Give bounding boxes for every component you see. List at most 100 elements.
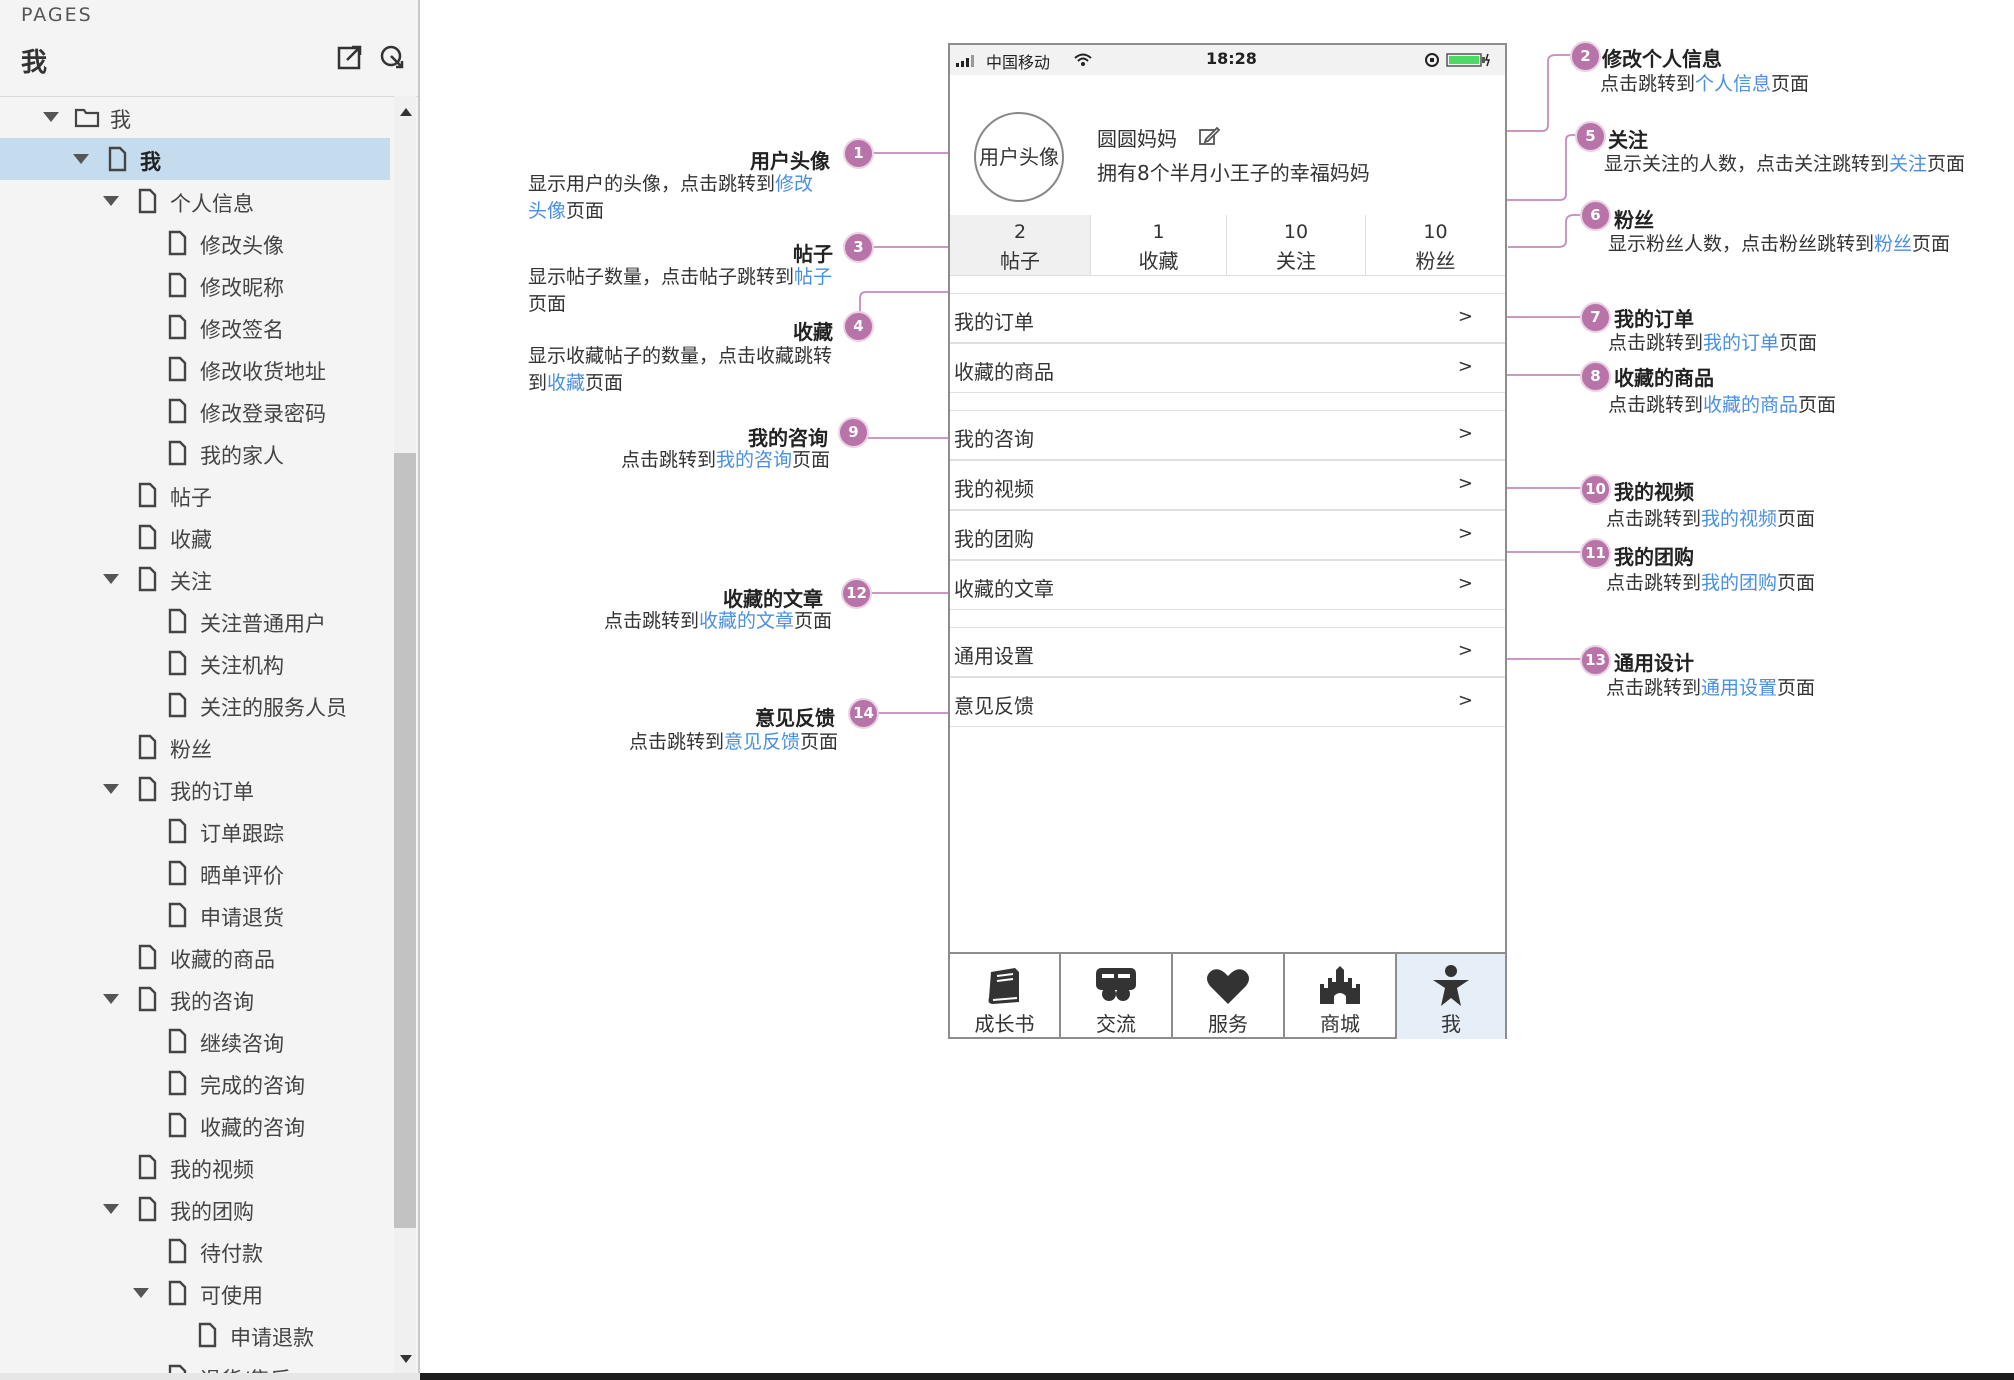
stats-bar: 2 帖子 1 收藏 10 关注 10 粉丝 bbox=[950, 215, 1505, 276]
annotation-link[interactable]: 我的咨询 bbox=[716, 449, 792, 471]
menu-my-videos[interactable]: 我的视频 > bbox=[950, 460, 1505, 510]
menu-my-group-buy[interactable]: 我的团购 > bbox=[950, 510, 1505, 560]
annotation-text: 页面 bbox=[585, 372, 624, 394]
annotation-4-badge: 4 bbox=[843, 311, 874, 342]
book-icon bbox=[988, 968, 1019, 1004]
annotation-text: 点击跳转到 bbox=[1606, 572, 1702, 594]
annotation-7-badge: 7 bbox=[1580, 302, 1611, 333]
heart-icon bbox=[1207, 969, 1249, 1004]
annotation-text: 页面 bbox=[1771, 73, 1810, 95]
menu-general-settings[interactable]: 通用设置 > bbox=[950, 627, 1505, 677]
annotation-14-desc: 点击跳转到意见反馈页面 bbox=[560, 729, 838, 756]
annotation-link[interactable]: 我的视频 bbox=[1701, 508, 1777, 530]
chevron-right-icon: > bbox=[1457, 356, 1473, 377]
annotation-text: 显示关注的人数，点击关注跳转到 bbox=[1604, 153, 1890, 175]
annotation-link[interactable]: 意见反馈 bbox=[724, 731, 800, 753]
annotation-13-desc: 点击跳转到通用设置页面 bbox=[1606, 675, 1815, 702]
user-avatar[interactable]: 用户头像 bbox=[974, 112, 1064, 202]
annotation-4-desc: 显示收藏帖子的数量，点击收藏跳转 到收藏页面 bbox=[528, 343, 832, 397]
stat-followers-label: 粉丝 bbox=[1415, 249, 1456, 273]
tab-services[interactable]: 服务 bbox=[1173, 954, 1285, 1039]
stat-followers[interactable]: 10 粉丝 bbox=[1366, 215, 1505, 275]
menu-my-orders[interactable]: 我的订单 > bbox=[950, 293, 1505, 343]
signature-label: 拥有8个半月小王子的幸福妈妈 bbox=[1097, 161, 1370, 185]
tab-label: 服务 bbox=[1208, 1012, 1248, 1036]
annotation-link[interactable]: 关注 bbox=[1889, 153, 1927, 175]
annotation-text: 页面 bbox=[1779, 332, 1818, 354]
annotation-link[interactable]: 修改 bbox=[775, 173, 813, 195]
annotation-14-badge: 14 bbox=[848, 698, 879, 729]
annotation-13-badge: 13 bbox=[1580, 645, 1611, 676]
status-bar: 中国移动 18:28 bbox=[950, 45, 1505, 75]
chevron-right-icon: > bbox=[1457, 640, 1473, 661]
menu-feedback[interactable]: 意见反馈 > bbox=[950, 677, 1505, 727]
stat-favorites[interactable]: 1 收藏 bbox=[1091, 215, 1226, 275]
annotation-6-title: 粉丝 bbox=[1614, 208, 1654, 232]
tab-mall[interactable]: 商城 bbox=[1285, 954, 1397, 1039]
tab-me[interactable]: 我 bbox=[1397, 954, 1505, 1039]
annotation-3-badge: 3 bbox=[843, 232, 874, 263]
edit-profile-icon[interactable] bbox=[1198, 125, 1220, 147]
menu-label: 意见反馈 bbox=[954, 694, 1034, 718]
annotation-text: 显示粉丝人数，点击粉丝跳转到 bbox=[1608, 233, 1875, 255]
annotation-link[interactable]: 头像 bbox=[528, 200, 566, 222]
annotation-1-desc: 显示用户的头像，点击跳转到修改 头像页面 bbox=[528, 171, 813, 225]
annotation-link[interactable]: 我的订单 bbox=[1703, 332, 1779, 354]
annotation-1-title: 用户头像 bbox=[750, 149, 830, 173]
annotation-link[interactable]: 收藏 bbox=[547, 372, 585, 394]
annotation-text: 显示帖子数量，点击帖子跳转到 bbox=[528, 266, 795, 288]
annotation-12-desc: 点击跳转到收藏的文章页面 bbox=[540, 608, 832, 635]
tab-growth-book[interactable]: 成长书 bbox=[950, 954, 1061, 1039]
stat-following[interactable]: 10 关注 bbox=[1227, 215, 1365, 275]
annotation-text: 页面 bbox=[1798, 394, 1837, 416]
annotation-8-desc: 点击跳转到收藏的商品页面 bbox=[1608, 392, 1836, 419]
annotation-3-title: 帖子 bbox=[793, 242, 833, 266]
menu-saved-articles[interactable]: 收藏的文章 > bbox=[950, 560, 1505, 610]
annotation-4-title: 收藏 bbox=[793, 320, 833, 344]
menu-label: 收藏的文章 bbox=[954, 577, 1054, 601]
status-strip bbox=[420, 1373, 2014, 1380]
menu-label: 我的咨询 bbox=[954, 427, 1034, 451]
annotation-link[interactable]: 我的团购 bbox=[1701, 572, 1777, 594]
battery-icon bbox=[1446, 53, 1490, 67]
annotation-9-badge: 9 bbox=[838, 417, 869, 448]
annotation-9-desc: 点击跳转到我的咨询页面 bbox=[598, 447, 830, 474]
annotation-link[interactable]: 通用设置 bbox=[1701, 677, 1777, 699]
annotation-link[interactable]: 个人信息 bbox=[1695, 73, 1771, 95]
annotation-7-title: 我的订单 bbox=[1614, 307, 1694, 331]
tab-label: 成长书 bbox=[974, 1012, 1035, 1036]
tab-label: 交流 bbox=[1096, 1012, 1136, 1036]
annotation-text: 页面 bbox=[1777, 677, 1816, 699]
tab-label: 商城 bbox=[1320, 1012, 1360, 1036]
annotation-5-desc: 显示关注的人数，点击关注跳转到关注页面 bbox=[1604, 151, 1965, 178]
stat-following-label: 关注 bbox=[1276, 249, 1316, 273]
stat-favorites-count: 1 bbox=[1152, 221, 1165, 243]
annotation-7-desc: 点击跳转到我的订单页面 bbox=[1608, 330, 1817, 357]
annotation-link[interactable]: 粉丝 bbox=[1874, 233, 1912, 255]
menu-my-consultations[interactable]: 我的咨询 > bbox=[950, 410, 1505, 460]
nickname-label: 圆圆妈妈 bbox=[1097, 127, 1177, 151]
annotation-5-title: 关注 bbox=[1608, 128, 1648, 152]
annotation-13-title: 通用设计 bbox=[1614, 651, 1694, 675]
annotation-text: 页面 bbox=[799, 731, 838, 753]
annotation-10-badge: 10 bbox=[1580, 474, 1611, 505]
menu-label: 我的视频 bbox=[954, 477, 1034, 501]
menu-saved-products[interactable]: 收藏的商品 > bbox=[950, 343, 1505, 393]
stat-posts[interactable]: 2 帖子 bbox=[950, 215, 1090, 275]
annotation-link[interactable]: 收藏的文章 bbox=[699, 610, 794, 632]
annotation-link[interactable]: 收藏的商品 bbox=[1703, 394, 1798, 416]
stat-posts-label: 帖子 bbox=[1000, 249, 1040, 273]
chat-icon bbox=[1096, 968, 1136, 1001]
annotation-text: 点击跳转到 bbox=[1608, 332, 1704, 354]
annotation-text: 显示收藏帖子的数量，点击收藏跳转 bbox=[528, 345, 833, 367]
annotation-6-badge: 6 bbox=[1580, 200, 1611, 231]
annotation-link[interactable]: 帖子 bbox=[794, 266, 832, 288]
person-icon bbox=[1433, 965, 1469, 1006]
annotation-text: 点击跳转到 bbox=[620, 449, 716, 471]
annotation-text: 页面 bbox=[791, 449, 830, 471]
annotation-5-badge: 5 bbox=[1575, 121, 1606, 152]
tab-community[interactable]: 交流 bbox=[1061, 954, 1173, 1039]
tab-bar: 成长书 交流 服务 商城 我 bbox=[950, 952, 1505, 1039]
annotation-2-desc: 点击跳转到个人信息页面 bbox=[1600, 71, 1809, 98]
annotation-2-badge: 2 bbox=[1570, 41, 1601, 72]
